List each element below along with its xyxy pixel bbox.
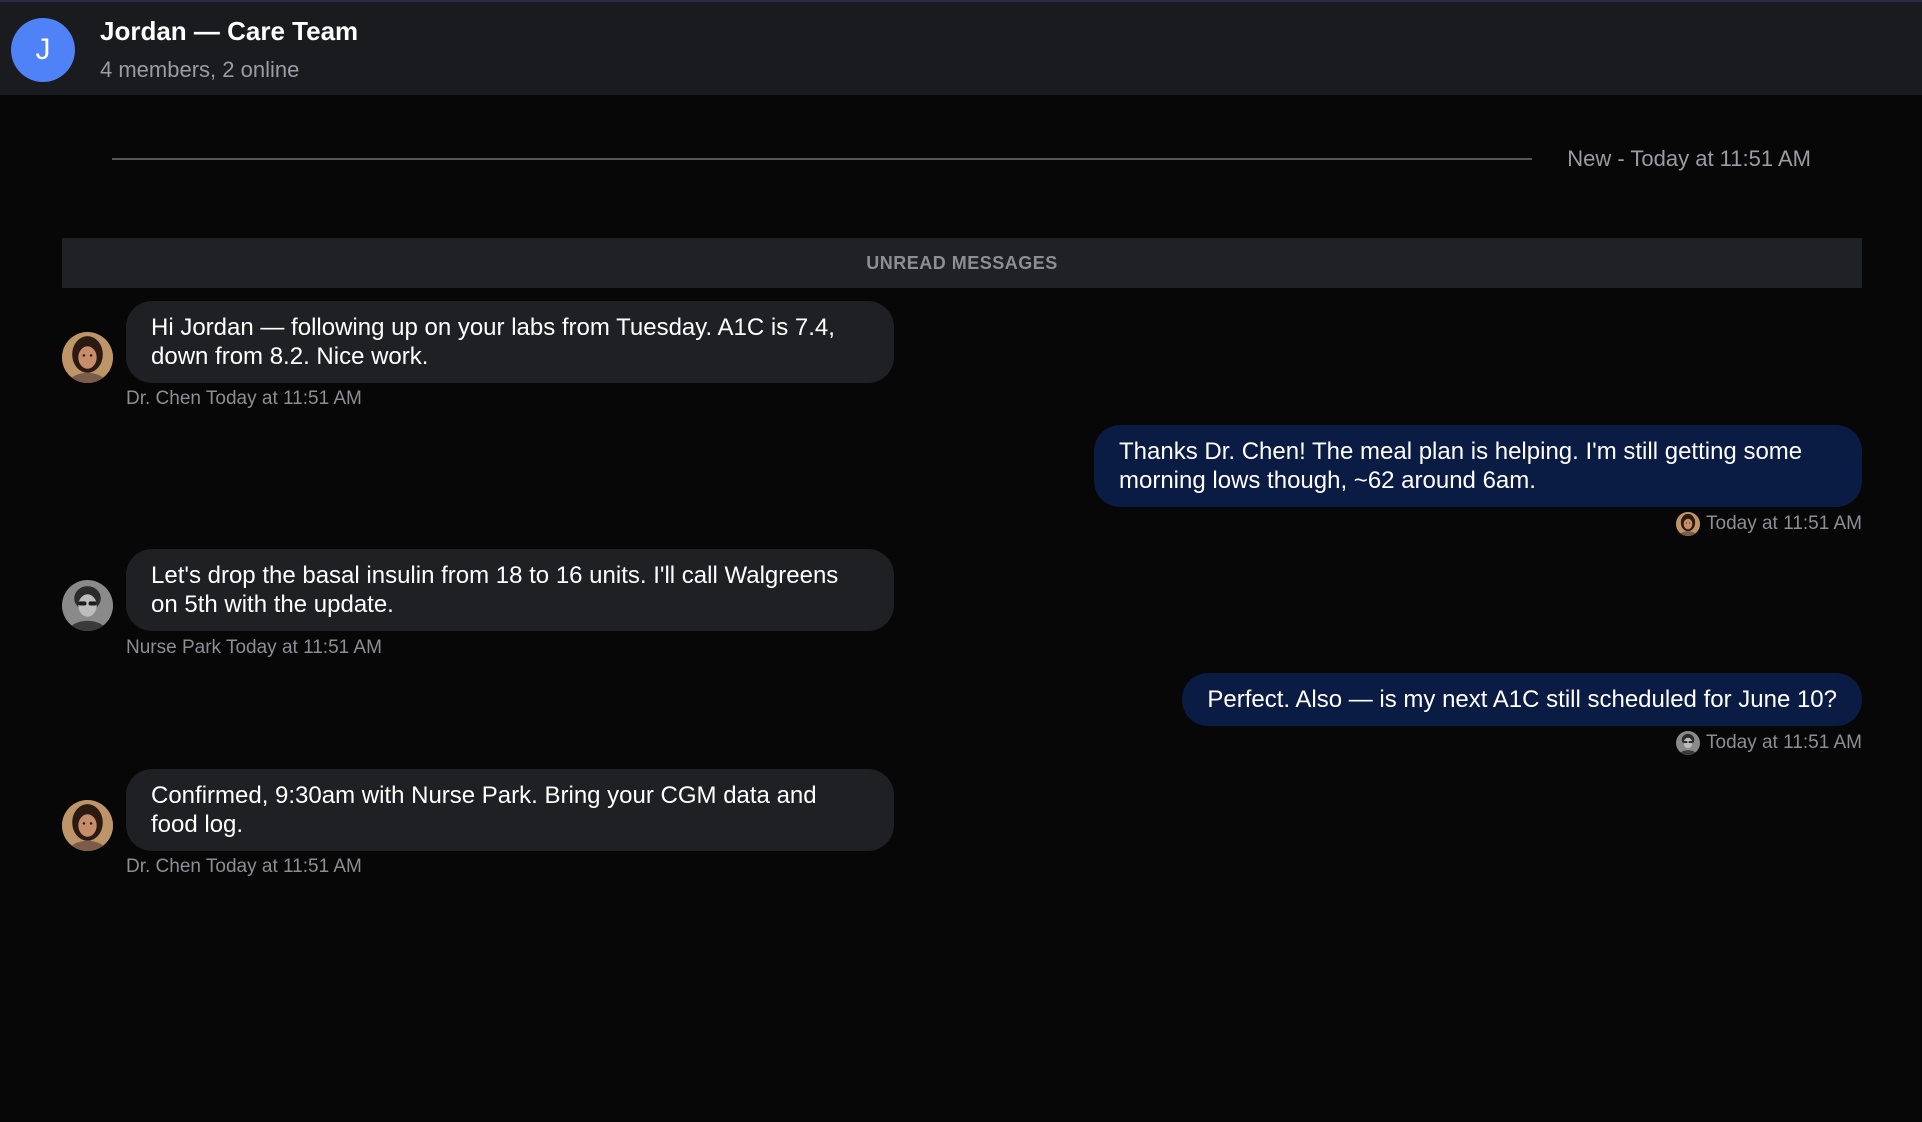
read-receipt-avatar xyxy=(1676,731,1700,755)
dr-chen-avatar[interactable] xyxy=(62,800,113,851)
new-messages-divider xyxy=(112,158,1532,160)
message-bubble[interactable]: Thanks Dr. Chen! The meal plan is helpin… xyxy=(1094,425,1862,507)
new-messages-label: New - Today at 11:51 AM xyxy=(1567,146,1811,171)
chat-title[interactable]: Jordan — Care Team xyxy=(100,16,358,47)
message-meta: Dr. Chen Today at 11:51 AM xyxy=(126,856,362,877)
message-meta: Nurse Park Today at 11:51 AM xyxy=(126,637,382,658)
message-meta: Today at 11:51 AM xyxy=(1676,731,1862,755)
nurse-park-avatar[interactable] xyxy=(62,580,113,631)
dr-chen-avatar[interactable] xyxy=(62,332,113,383)
chat-header: J Jordan — Care Team 4 members, 2 online xyxy=(0,0,1922,95)
read-receipt-avatar xyxy=(1676,512,1700,536)
message-bubble[interactable]: Let's drop the basal insulin from 18 to … xyxy=(126,549,894,631)
group-avatar[interactable]: J xyxy=(11,18,75,82)
unread-messages-banner: UNREAD MESSAGES xyxy=(62,238,1862,288)
message-time: Today at 11:51 AM xyxy=(1706,732,1862,753)
message-bubble[interactable]: Hi Jordan — following up on your labs fr… xyxy=(126,301,894,383)
message-time: Today at 11:51 AM xyxy=(1706,513,1862,534)
message-meta: Today at 11:51 AM xyxy=(1676,512,1862,536)
message-meta: Dr. Chen Today at 11:51 AM xyxy=(126,388,362,409)
message-bubble[interactable]: Perfect. Also — is my next A1C still sch… xyxy=(1182,673,1862,726)
chat-subtitle: 4 members, 2 online xyxy=(100,57,300,82)
message-bubble[interactable]: Confirmed, 9:30am with Nurse Park. Bring… xyxy=(126,769,894,851)
